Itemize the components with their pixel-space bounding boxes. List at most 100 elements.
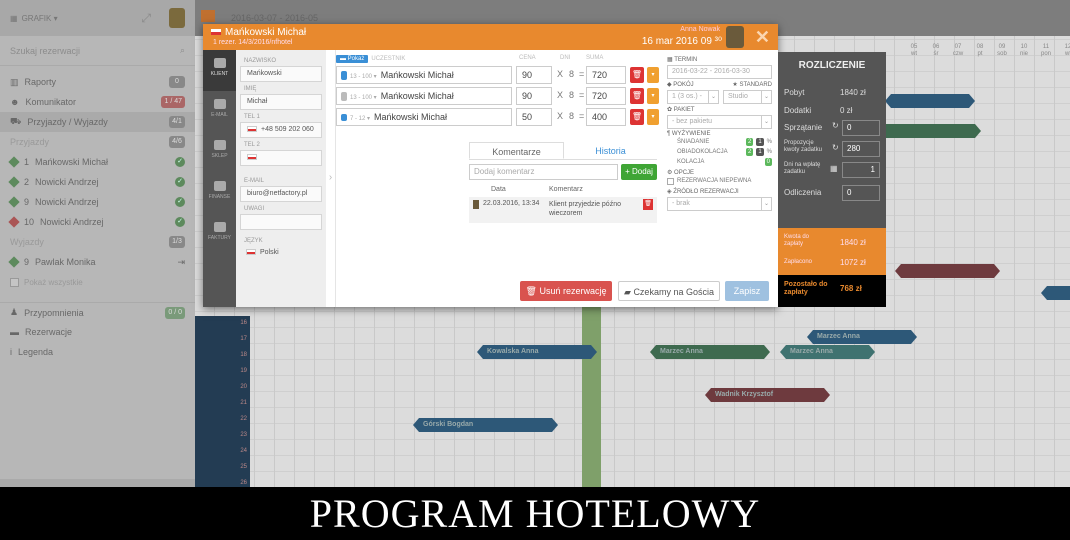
- sum-field[interactable]: 720: [586, 87, 626, 105]
- arrival-item[interactable]: 10 Nowicki Andrzej ✓: [0, 212, 195, 232]
- language-select[interactable]: Polski: [240, 246, 322, 262]
- uncertain-option[interactable]: REZERWACJA NIEPEWNA: [667, 176, 772, 186]
- chevron-down-icon[interactable]: ▾: [647, 67, 659, 83]
- sidebar-item-reservations[interactable]: ▬ Rezerwacje: [0, 322, 195, 342]
- tab-invoices[interactable]: FAKTURY: [203, 214, 236, 255]
- tab-comments[interactable]: Komentarze: [469, 142, 564, 159]
- multiply-sign: X: [557, 111, 564, 121]
- trash-icon[interactable]: 🗑: [643, 199, 653, 210]
- checkbox-box[interactable]: [10, 277, 19, 287]
- search-icon[interactable]: ⌕: [180, 45, 185, 56]
- booking-bar[interactable]: Marzec Anna: [807, 330, 917, 344]
- booking-bar[interactable]: Marzec Anna: [780, 345, 875, 359]
- tab-finance[interactable]: FINANSE: [203, 173, 236, 214]
- booking-bar[interactable]: Górski Bogdan: [413, 418, 558, 432]
- deposit-field[interactable]: 280: [842, 141, 880, 157]
- tel2-field[interactable]: [240, 150, 322, 166]
- adult-count-chip[interactable]: 2: [745, 148, 754, 156]
- booking-bar[interactable]: [1041, 286, 1070, 300]
- package-select[interactable]: - bez pakietu ⌄: [667, 115, 772, 129]
- tel1-field[interactable]: +48 509 202 060: [240, 122, 322, 138]
- chevron-down-icon[interactable]: ⌄: [761, 116, 771, 128]
- name-field[interactable]: Michał: [240, 94, 322, 110]
- standard-select[interactable]: Studio ⌄: [723, 90, 772, 104]
- date-range[interactable]: 2016-03-07 - 2016-05: [231, 13, 318, 23]
- tab-client[interactable]: KLIENT: [203, 50, 236, 91]
- chevron-right-icon[interactable]: ›: [326, 50, 336, 307]
- waiting-for-guest-button[interactable]: ▰ Czekamy na Gościa: [618, 281, 720, 301]
- checkbox-box[interactable]: [667, 177, 674, 185]
- calendar-icon[interactable]: ▦: [830, 164, 838, 173]
- sidebar-item-arrivals-departures[interactable]: ⛟ Przyjazdy / Wyjazdy 4/1: [0, 112, 195, 132]
- term-field[interactable]: 2016-03-22 - 2016-03-30: [667, 65, 772, 79]
- booking-bar[interactable]: [895, 264, 1000, 278]
- trash-icon[interactable]: 🗑: [630, 67, 644, 83]
- booking-bar[interactable]: Kowalska Anna: [477, 345, 597, 359]
- sidebar-item-legend[interactable]: i Legenda: [0, 342, 195, 362]
- booking-bar[interactable]: Wadnik Krzysztof: [705, 388, 830, 402]
- trash-icon[interactable]: 🗑: [630, 88, 644, 104]
- sidebar-item-reports[interactable]: ▥ Raporty 0: [0, 72, 195, 92]
- price-field[interactable]: 90: [516, 66, 552, 84]
- participant-name-field[interactable]: 13 - 100 ▾ Mańkowski Michał: [336, 66, 512, 84]
- booking-bar[interactable]: Marzec Anna: [650, 345, 770, 359]
- trash-icon[interactable]: 🗑: [630, 109, 644, 125]
- reservation-search[interactable]: Szukaj rezerwacji ⌕: [0, 36, 195, 66]
- add-comment-button[interactable]: + Dodaj: [621, 164, 657, 180]
- days-value[interactable]: 8: [569, 69, 574, 79]
- supper-count-chip[interactable]: 0: [764, 158, 772, 166]
- price-field[interactable]: 50: [516, 108, 552, 126]
- days-value[interactable]: 8: [569, 111, 574, 121]
- user-avatar[interactable]: [169, 8, 185, 28]
- sum-field[interactable]: 400: [586, 108, 626, 126]
- expand-icon[interactable]: ⤢: [141, 11, 151, 26]
- comment-input[interactable]: Dodaj komentarz: [469, 164, 618, 180]
- show-all-checkbox[interactable]: Pokaż wszystkie: [0, 272, 195, 292]
- adult-count-chip[interactable]: 2: [745, 138, 754, 146]
- chevron-down-icon[interactable]: ⌄: [761, 198, 771, 210]
- chevron-down-icon[interactable]: ⌄: [708, 91, 718, 103]
- email-field[interactable]: biuro@netfactory.pl: [240, 186, 322, 202]
- arrival-item[interactable]: 1 Mańkowski Michał ✓: [0, 152, 195, 172]
- price-field[interactable]: 90: [516, 87, 552, 105]
- source-select[interactable]: - brak ⌄: [667, 197, 772, 211]
- chevron-down-icon[interactable]: ▾: [647, 88, 659, 104]
- child-count-chip[interactable]: 1: [756, 148, 764, 156]
- departure-item[interactable]: 9 Pawlak Monika ⇥: [0, 252, 195, 272]
- view-selector[interactable]: ▦ GRAFIK ▾: [10, 14, 58, 23]
- room-select[interactable]: 1 (3 os.) - ⌄: [667, 90, 719, 104]
- chevron-down-icon[interactable]: ⌄: [761, 91, 771, 103]
- days-value[interactable]: 8: [569, 90, 574, 100]
- arrival-item[interactable]: 2 Nowicki Andrzej ✓: [0, 172, 195, 192]
- delete-reservation-button[interactable]: 🗑 Usuń rezerwację: [520, 281, 612, 301]
- deductions-field[interactable]: 0: [842, 185, 880, 201]
- arrival-item[interactable]: 9 Nowicki Andrzej ✓: [0, 192, 195, 212]
- booking-bar[interactable]: [871, 124, 981, 138]
- refresh-icon[interactable]: ↻: [832, 143, 839, 152]
- notes-field[interactable]: [240, 214, 322, 230]
- gear-icon: ⚙: [667, 170, 675, 176]
- arrivals-header: Przyjazdy 4/6: [0, 132, 195, 152]
- deposit-days-field[interactable]: 1: [842, 162, 880, 178]
- sidebar-item-messenger[interactable]: ☻ Komunikator 1 / 47: [0, 92, 195, 112]
- child-count-chip[interactable]: 1: [756, 138, 764, 146]
- booking-bar[interactable]: [885, 94, 975, 108]
- close-icon[interactable]: ✕: [755, 27, 770, 48]
- chevron-down-icon[interactable]: ▾: [647, 109, 659, 125]
- participant-name-field[interactable]: 7 - 12 ▾ Mańkowski Michał: [336, 108, 512, 126]
- guest-name-title: Mańkowski Michał: [225, 27, 307, 38]
- tab-history[interactable]: Historia: [564, 142, 657, 159]
- show-button[interactable]: ▬ Pokaż: [336, 55, 369, 63]
- participant-name-field[interactable]: 13 - 100 ▾ Mańkowski Michał: [336, 87, 512, 105]
- tab-shop[interactable]: SKLEP: [203, 132, 236, 173]
- menu-icon[interactable]: [201, 10, 215, 22]
- flag-pl-icon[interactable]: [247, 154, 257, 161]
- refresh-icon[interactable]: ↻: [832, 121, 839, 130]
- sidebar-item-reminders[interactable]: ♟ Przypomnienia 0 / 0: [0, 302, 195, 322]
- surname-field[interactable]: Mańkowski: [240, 66, 322, 82]
- sum-field[interactable]: 720: [586, 66, 626, 84]
- tab-email[interactable]: E-MAIL: [203, 91, 236, 132]
- cleaning-field[interactable]: 0: [842, 120, 880, 136]
- flag-pl-icon[interactable]: [247, 126, 257, 133]
- save-button[interactable]: Zapisz: [725, 281, 769, 301]
